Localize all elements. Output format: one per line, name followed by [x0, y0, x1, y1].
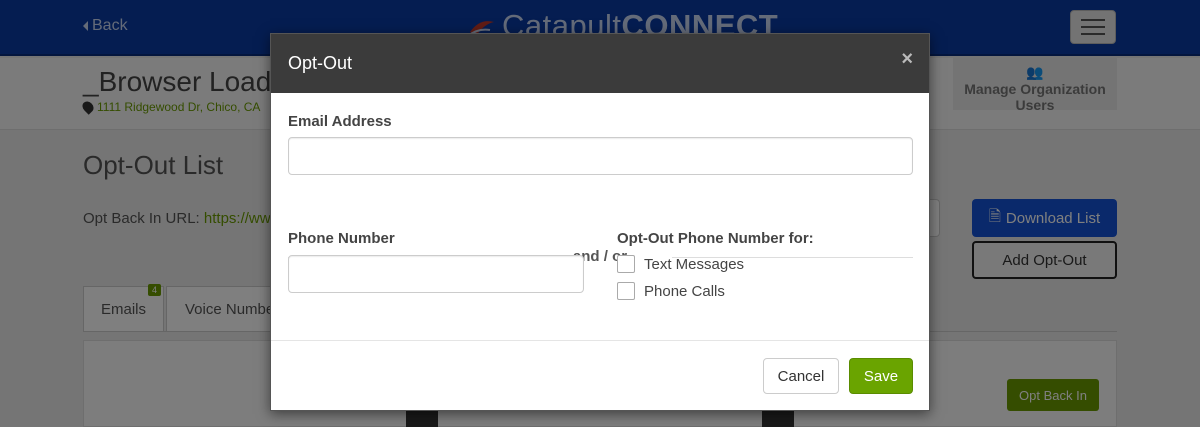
cancel-button[interactable]: Cancel	[763, 358, 839, 394]
modal-title: Opt-Out	[288, 53, 353, 73]
text-messages-option[interactable]: Text Messages	[617, 255, 744, 273]
phone-calls-label: Phone Calls	[644, 282, 725, 300]
save-button[interactable]: Save	[849, 358, 913, 394]
close-icon[interactable]: ×	[901, 48, 913, 71]
phone-number-input[interactable]	[288, 255, 584, 293]
email-address-label: Email Address	[288, 113, 392, 130]
phone-calls-checkbox[interactable]	[617, 282, 635, 300]
text-messages-checkbox[interactable]	[617, 255, 635, 273]
modal-footer: Cancel Save	[271, 340, 929, 410]
opt-out-phone-for-label: Opt-Out Phone Number for:	[617, 230, 814, 247]
phone-calls-option[interactable]: Phone Calls	[617, 282, 725, 300]
opt-out-modal: Opt-Out × Email Address and / or Phone N…	[270, 33, 930, 411]
modal-body: Email Address and / or Phone Number Opt-…	[271, 93, 929, 340]
email-address-input[interactable]	[288, 137, 913, 175]
text-messages-label: Text Messages	[644, 255, 745, 273]
modal-header: Opt-Out ×	[271, 34, 929, 93]
phone-number-label: Phone Number	[288, 230, 395, 247]
